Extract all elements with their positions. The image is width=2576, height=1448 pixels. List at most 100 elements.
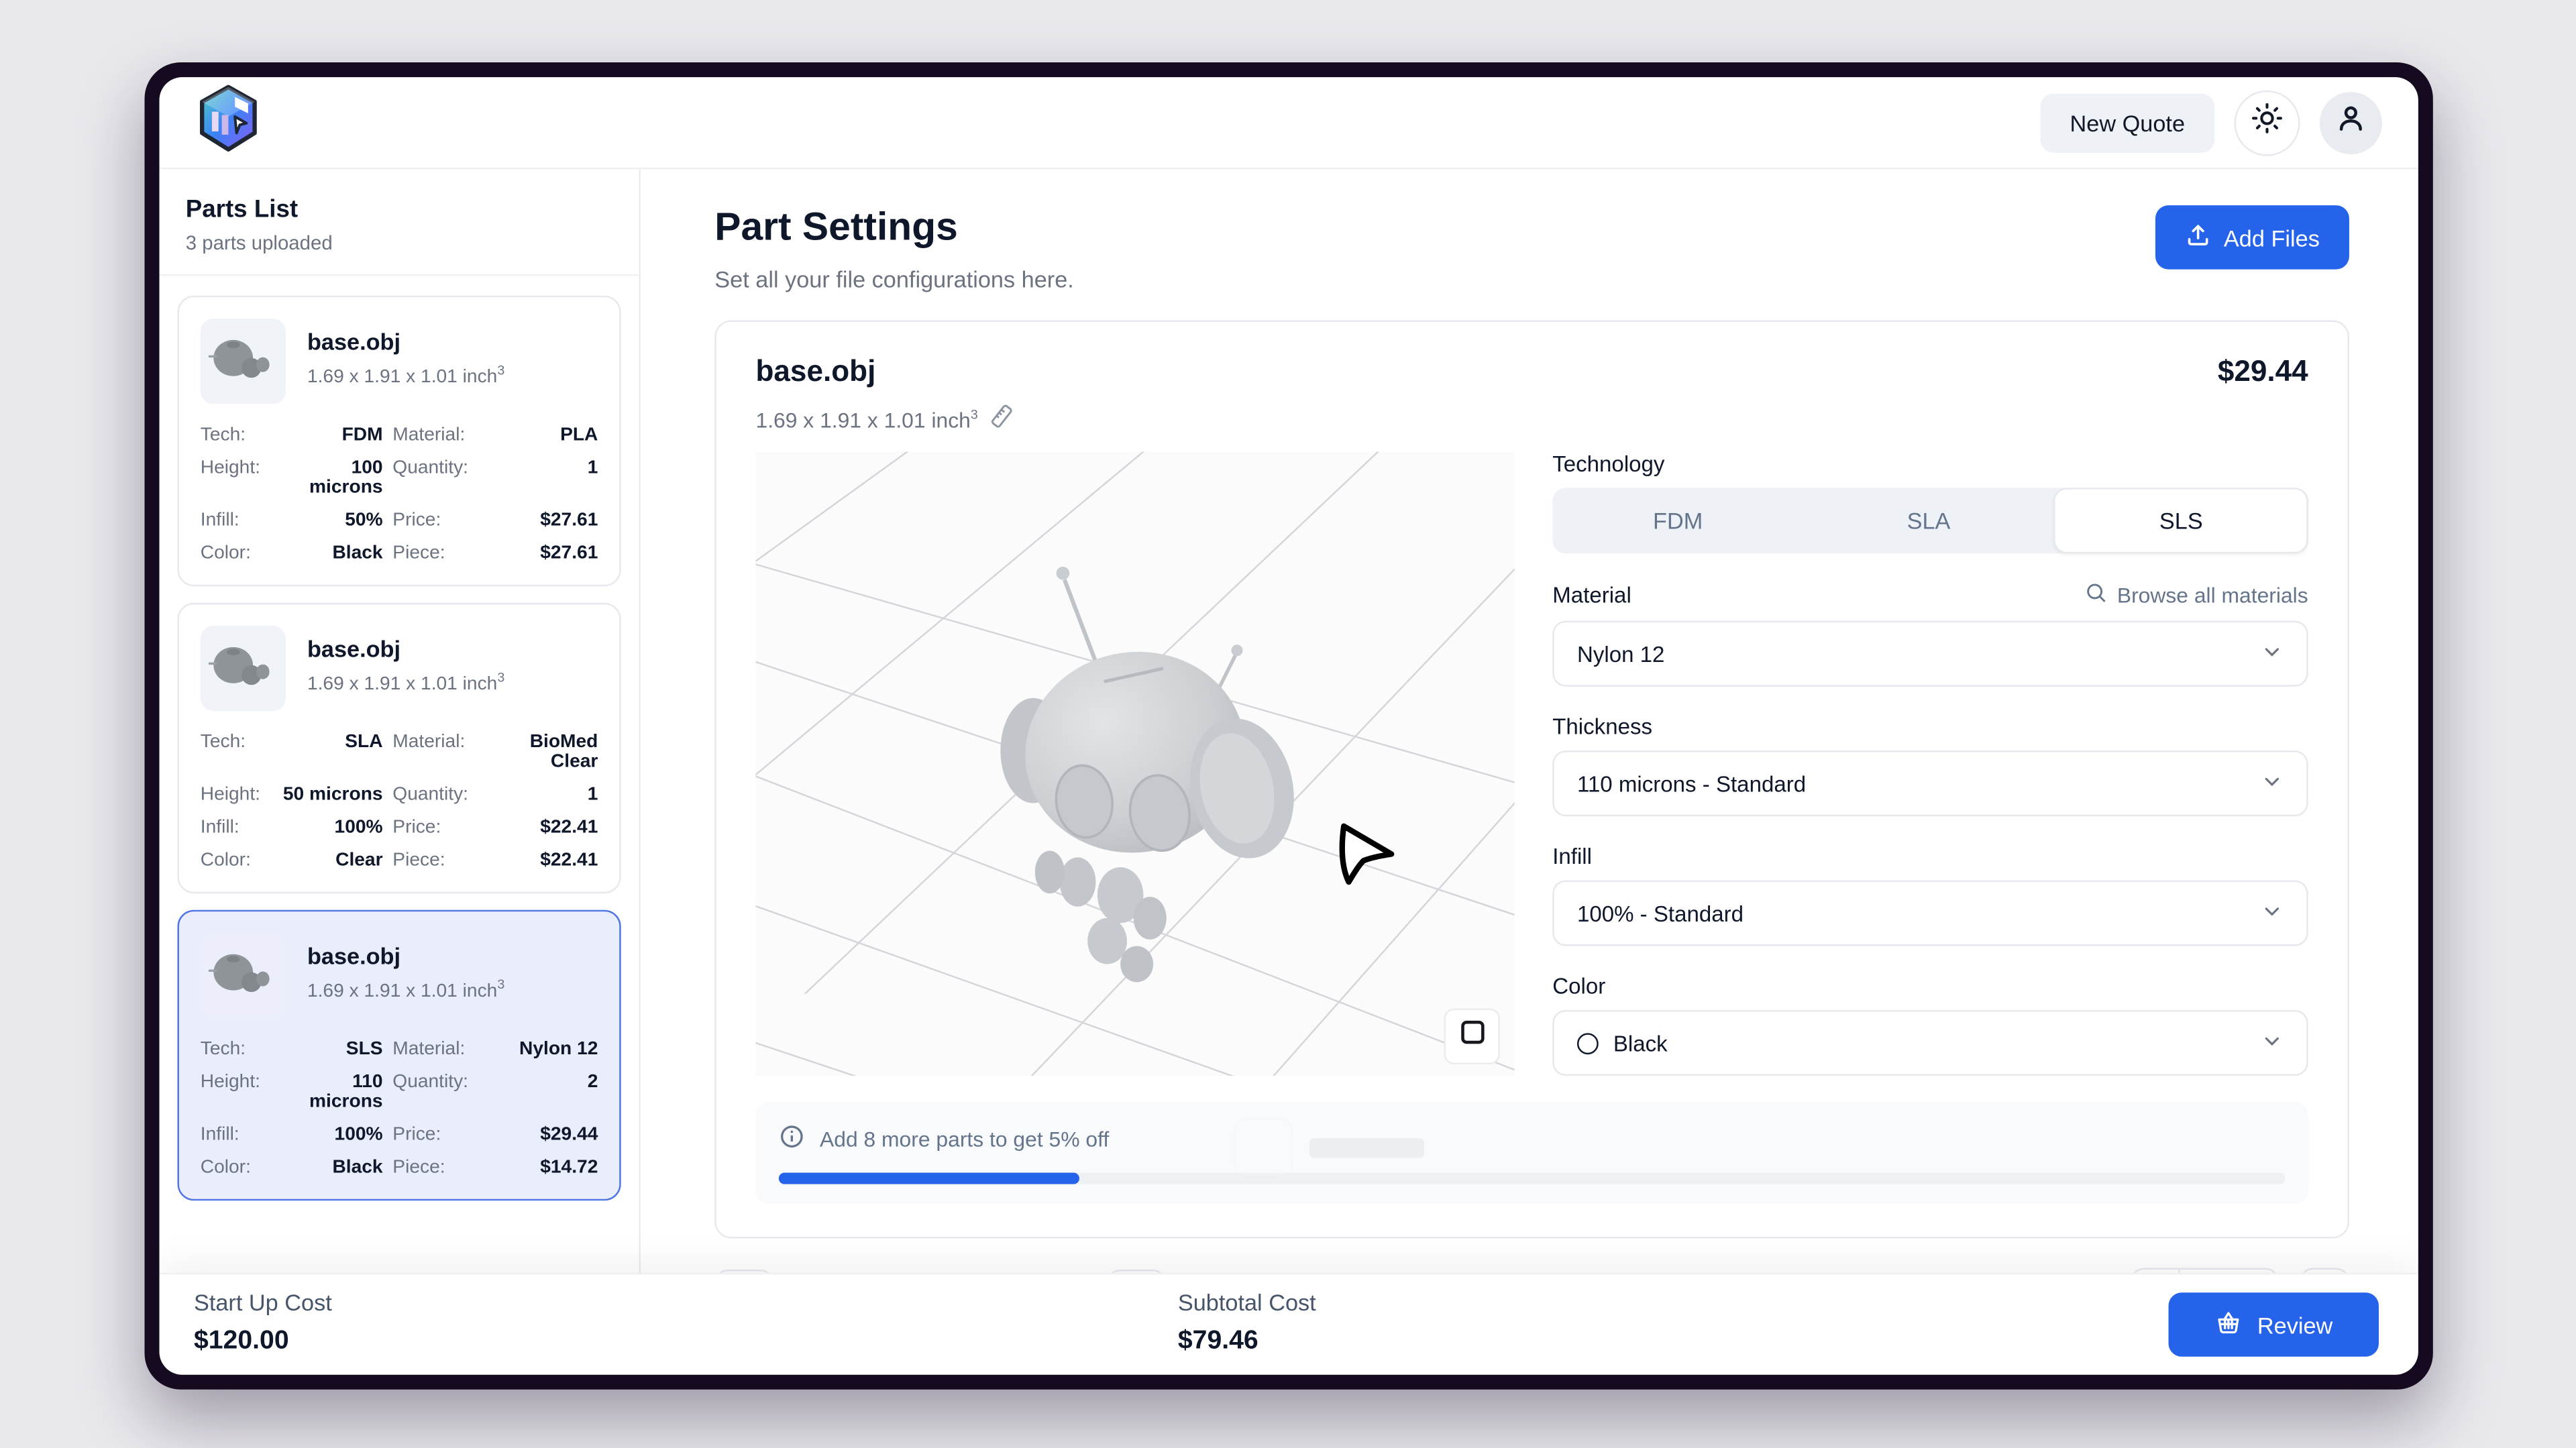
price-value: $27.61 [498, 511, 598, 531]
infill-value: 100% [282, 1125, 382, 1144]
robot-model [1000, 567, 1306, 983]
viewer-reset-view-button[interactable] [1444, 1009, 1500, 1064]
chevron-down-icon [2261, 769, 2284, 797]
cursor-pointer [1342, 826, 1391, 882]
user-avatar-button[interactable] [2320, 91, 2382, 154]
app-header: New Quote [160, 77, 2418, 169]
part-card-3-selected[interactable]: base.obj 1.69 x 1.91 x 1.01 inch3 Tech:S… [177, 910, 621, 1201]
piece-value: $22.41 [498, 851, 598, 871]
color-value: Clear [282, 851, 382, 871]
browse-all-materials-link[interactable]: Browse all materials [2084, 581, 2308, 610]
discount-text: Add 8 more parts to get 5% off [820, 1127, 1109, 1152]
part-thumbnail [201, 626, 286, 711]
part-dimensions: 1.69 x 1.91 x 1.01 inch3 [307, 977, 504, 1001]
discount-progress-fill [779, 1173, 1080, 1184]
desktop-background: New Quote [0, 0, 2576, 1448]
subtotal-cost-value: $79.46 [1178, 1327, 1316, 1357]
material-value: Nylon 12 [498, 1040, 598, 1059]
part-card-2[interactable]: base.obj 1.69 x 1.91 x 1.01 inch3 Tech: S… [177, 603, 621, 893]
user-icon [2334, 102, 2367, 143]
part-name: base.obj [307, 943, 504, 969]
parts-list-count: 3 parts uploaded [186, 231, 613, 254]
infill-select[interactable]: 100% - Standard [1552, 881, 2308, 946]
theme-toggle-button[interactable] [2235, 89, 2300, 155]
infill-label: Infill: [201, 1125, 273, 1144]
quantity-value: 1 [498, 785, 598, 805]
material-label: Material: [392, 732, 488, 752]
browser-window-frame: New Quote [145, 62, 2433, 1390]
technology-segmented-control: FDM SLA SLS [1552, 488, 2308, 553]
price-label: Price: [392, 1125, 488, 1144]
part-name: base.obj [307, 636, 504, 662]
selected-part-dimensions: 1.69 x 1.91 x 1.01 inch3 [755, 404, 2308, 435]
add-files-button[interactable]: Add Files [2155, 205, 2349, 270]
tab-fdm[interactable]: FDM [1552, 488, 1803, 553]
material-value: BioMed Clear [498, 732, 598, 772]
app-logo-icon[interactable] [195, 84, 261, 161]
material-select[interactable]: Nylon 12 [1552, 621, 2308, 687]
quantity-decrease-button[interactable]: - [2131, 1268, 2180, 1273]
discount-banner: Add 8 more parts to get 5% off [755, 1102, 2308, 1204]
color-label: Color [1552, 974, 2308, 999]
startup-cost: Start Up Cost $120.00 [194, 1289, 332, 1356]
upload-icon [2184, 222, 2210, 254]
tab-sla[interactable]: SLA [1803, 488, 2054, 553]
quantity-value-field[interactable]: 2 [2180, 1268, 2279, 1273]
tech-label: Tech: [201, 425, 273, 445]
thickness-select[interactable]: 110 microns - Standard [1552, 750, 2308, 816]
parts-list: base.obj 1.69 x 1.91 x 1.01 inch3 Tech: F… [160, 276, 639, 1220]
price-label: Price: [392, 511, 488, 531]
height-value: 100 microns [282, 458, 382, 498]
quantity-increase-button[interactable]: + [2300, 1268, 2349, 1273]
part-dimensions: 1.69 x 1.91 x 1.01 inch3 [307, 670, 504, 694]
quantity-value: 1 [498, 458, 598, 478]
height-label: Height: [201, 785, 273, 805]
infill-value: 50% [282, 511, 382, 531]
parts-list-title: Parts List [186, 195, 613, 223]
quantity-value: 2 [498, 1072, 598, 1092]
color-label: Color: [201, 851, 273, 871]
page-title: Part Settings [714, 205, 1074, 252]
clipped-next-row [1234, 1119, 1424, 1178]
quantity-label: Quantity: [392, 1072, 488, 1092]
part-thumbnail [201, 933, 286, 1018]
subtotal-cost: Subtotal Cost $79.46 [1178, 1289, 1316, 1356]
color-value: Black [282, 1158, 382, 1177]
tech-label: Tech: [201, 1040, 273, 1059]
main-content: Part Settings Set all your file configur… [641, 169, 2418, 1273]
part-name: base.obj [307, 329, 504, 355]
piece-value: $27.61 [498, 544, 598, 563]
new-quote-button[interactable]: New Quote [2040, 93, 2214, 152]
ruler-icon[interactable] [989, 404, 1016, 435]
price-value: $22.41 [498, 818, 598, 838]
tech-label: Tech: [201, 732, 273, 752]
startup-cost-label: Start Up Cost [194, 1289, 332, 1315]
part-dimensions: 1.69 x 1.91 x 1.01 inch3 [307, 363, 504, 387]
model-viewer-3d[interactable] [755, 451, 1514, 1076]
piece-label: Piece: [392, 544, 488, 563]
chevron-down-icon [2261, 899, 2284, 928]
material-value: PLA [498, 425, 598, 445]
material-label: Material: [392, 1040, 488, 1059]
infill-label: Infill: [201, 818, 273, 838]
chevron-down-icon [2261, 640, 2284, 668]
price-label: Price: [392, 818, 488, 838]
color-value: Black [282, 544, 382, 563]
quantity-stepper: - 2 + [2131, 1268, 2349, 1273]
infill-label: Infill [1552, 844, 2308, 869]
search-icon [2084, 581, 2107, 610]
tab-sls[interactable]: SLS [2054, 488, 2308, 553]
height-label: Height: [201, 1072, 273, 1092]
info-icon [779, 1123, 805, 1155]
part-card-1[interactable]: base.obj 1.69 x 1.91 x 1.01 inch3 Tech: F… [177, 296, 621, 586]
part-actions-toolbar: Copy settings Duplicate Quantity - 2 [714, 1268, 2349, 1273]
piece-label: Piece: [392, 1158, 488, 1177]
review-button[interactable]: Review [2169, 1292, 2379, 1357]
tech-value: FDM [282, 425, 382, 445]
thickness-label: Thickness [1552, 714, 2308, 739]
color-select[interactable]: Black [1552, 1010, 2308, 1076]
sun-icon [2251, 102, 2284, 143]
tech-value: SLA [282, 732, 382, 752]
app-window: New Quote [160, 77, 2418, 1375]
technology-label: Technology [1552, 451, 2308, 476]
